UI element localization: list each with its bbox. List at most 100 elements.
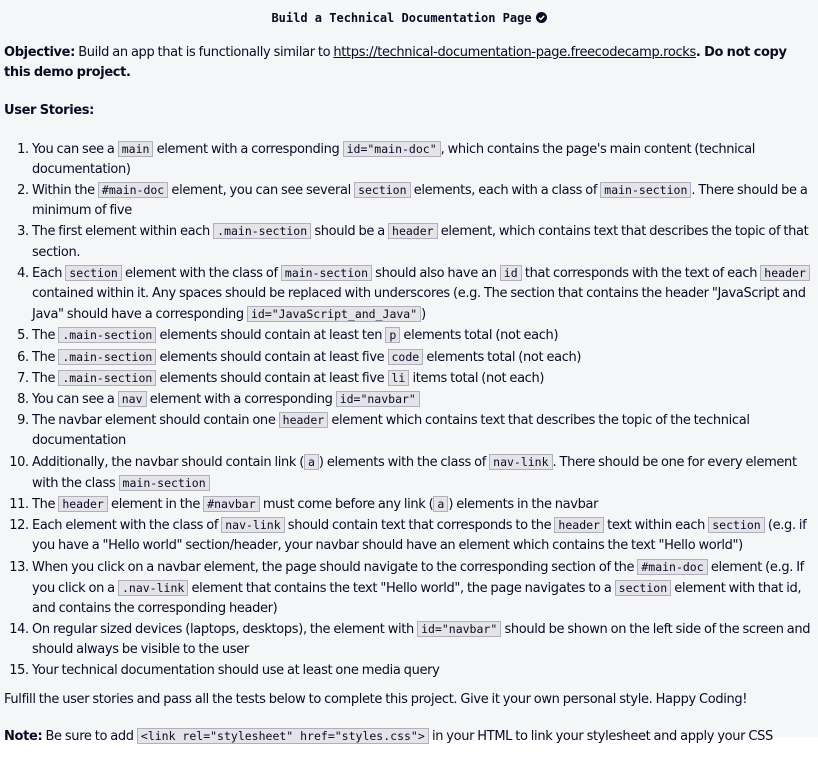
user-story-item: Each element with the class of nav-link … bbox=[32, 515, 814, 556]
user-story-item: The navbar element should contain one he… bbox=[32, 410, 814, 451]
note-text: Be sure to add bbox=[45, 729, 134, 745]
story-text: You can see a bbox=[32, 141, 118, 157]
story-text: elements total (not each) bbox=[423, 349, 582, 365]
story-text: ) elements in the navbar bbox=[448, 497, 599, 513]
inline-code: #navbar bbox=[203, 496, 260, 513]
check-circle-icon bbox=[535, 12, 547, 23]
user-story-item: The .main-section elements should contai… bbox=[32, 347, 814, 368]
user-story-item: You can see a main element with a corres… bbox=[32, 139, 814, 180]
user-story-item: Your technical documentation should use … bbox=[32, 661, 814, 681]
objective-text: Build an app that is functionally simila… bbox=[78, 45, 331, 60]
user-story-item: On regular sized devices (laptops, deskt… bbox=[32, 619, 814, 660]
inline-code: section bbox=[708, 517, 765, 534]
story-text: elements should contain at least five bbox=[156, 370, 388, 386]
story-text: elements, each with a class of bbox=[410, 183, 601, 199]
story-text: On regular sized devices (laptops, deskt… bbox=[32, 622, 418, 638]
inline-code: li bbox=[387, 369, 410, 386]
objective-paragraph: Objective: Build an app that is function… bbox=[4, 43, 814, 83]
story-text: Within the bbox=[32, 183, 98, 199]
inline-code: main-section bbox=[600, 182, 692, 199]
story-text: The bbox=[32, 497, 59, 513]
story-text: should be a bbox=[311, 224, 389, 240]
story-text: element in the bbox=[107, 497, 204, 513]
story-text: The first element within each bbox=[32, 224, 214, 240]
inline-code: nav bbox=[117, 391, 147, 408]
inline-code: nav-link bbox=[221, 517, 285, 534]
inline-code: .main-section bbox=[58, 369, 157, 386]
story-text: element with the class of bbox=[121, 265, 281, 281]
user-story-item: When you click on a navbar element, the … bbox=[32, 557, 814, 620]
inline-code: id bbox=[499, 264, 522, 281]
story-text: The bbox=[32, 349, 59, 365]
inline-code: a bbox=[433, 496, 449, 513]
story-text: element that contains the text "Hello wo… bbox=[188, 580, 615, 596]
inline-code: code bbox=[387, 348, 424, 365]
inline-code: section bbox=[614, 579, 672, 596]
inline-code: .main-section bbox=[58, 327, 157, 344]
story-text: The bbox=[32, 328, 59, 344]
user-story-item: Within the #main-doc element, you can se… bbox=[32, 180, 814, 221]
user-story-item: Additionally, the navbar should contain … bbox=[32, 452, 814, 494]
demo-project-link[interactable]: https://technical-documentation-page.fre… bbox=[333, 45, 696, 60]
story-text: elements total (not each) bbox=[400, 328, 559, 344]
note-label: Note: bbox=[4, 729, 43, 745]
story-text: You can see a bbox=[32, 392, 118, 408]
inline-code: section bbox=[354, 182, 411, 199]
inline-code: header bbox=[554, 517, 604, 534]
inline-code: .nav-link bbox=[117, 579, 189, 596]
story-text: element with a corresponding bbox=[153, 141, 343, 157]
inline-code: main bbox=[117, 140, 154, 157]
inline-code: id="navbar" bbox=[335, 391, 420, 408]
inline-code: id="main-doc" bbox=[342, 140, 441, 157]
inline-code: a bbox=[303, 453, 319, 470]
inline-code: header bbox=[388, 223, 438, 240]
story-text: elements should contain at least ten bbox=[156, 328, 386, 344]
note-paragraph: Note: Be sure to add <link rel="styleshe… bbox=[4, 726, 814, 747]
instructions-panel: Build a Technical Documentation Page Obj… bbox=[0, 0, 818, 745]
user-story-item: The .main-section elements should contai… bbox=[32, 325, 814, 346]
user-stories-list: You can see a main element with a corres… bbox=[4, 139, 814, 681]
story-text: must come before any link ( bbox=[259, 497, 434, 513]
story-text: ) bbox=[421, 307, 426, 323]
story-text: The navbar element should contain one bbox=[32, 413, 279, 429]
inline-code: header bbox=[760, 264, 810, 281]
story-text: Each element with the class of bbox=[32, 518, 222, 534]
story-text: Additionally, the navbar should contain … bbox=[32, 454, 304, 470]
story-text: The bbox=[32, 370, 59, 386]
story-text: Your technical documentation should use … bbox=[32, 662, 440, 678]
inline-code: header bbox=[58, 496, 108, 513]
story-text: When you click on a navbar element, the … bbox=[32, 559, 638, 575]
story-text: should contain text that corresponds to … bbox=[284, 518, 555, 534]
story-text: Each bbox=[32, 265, 66, 281]
objective-label: Objective: bbox=[4, 45, 75, 60]
fulfill-paragraph: Fulfill the user stories and pass all th… bbox=[4, 691, 748, 707]
story-text: text within each bbox=[603, 518, 709, 534]
inline-code: main-section bbox=[280, 264, 372, 281]
page-title: Build a Technical Documentation Page bbox=[4, 10, 814, 26]
user-story-item: Each section element with the class of m… bbox=[32, 263, 814, 326]
inline-code: nav-link bbox=[489, 453, 553, 470]
inline-code: .main-section bbox=[58, 348, 157, 365]
inline-code: id="JavaScript_and_Java" bbox=[246, 306, 422, 323]
note-text-end: in your HTML to link your stylesheet and… bbox=[431, 729, 773, 745]
story-text: that corresponds with the text of each bbox=[521, 265, 761, 281]
inline-code: .main-section bbox=[213, 223, 312, 240]
inline-code: main-section bbox=[118, 474, 210, 491]
stylesheet-link-code: <link rel="stylesheet" href="styles.css"… bbox=[136, 728, 429, 745]
user-stories-heading: User Stories: bbox=[4, 101, 814, 121]
inline-code: header bbox=[278, 412, 329, 429]
user-story-item: The .main-section elements should contai… bbox=[32, 368, 814, 389]
page-title-text: Build a Technical Documentation Page bbox=[271, 11, 532, 25]
story-text: should also have an bbox=[372, 265, 500, 281]
inline-code: #main-doc bbox=[97, 182, 169, 199]
story-text: elements should contain at least five bbox=[156, 349, 388, 365]
inline-code: id="navbar" bbox=[417, 621, 502, 638]
user-story-item: You can see a nav element with a corresp… bbox=[32, 389, 814, 410]
story-text: items total (not each) bbox=[409, 370, 545, 386]
inline-code: #main-doc bbox=[637, 558, 708, 575]
story-text: element, you can see several bbox=[168, 183, 355, 199]
story-text: ) elements with the class of bbox=[318, 454, 490, 470]
user-story-item: The header element in the #navbar must c… bbox=[32, 494, 814, 515]
inline-code: p bbox=[385, 327, 401, 344]
story-text: element with a corresponding bbox=[146, 392, 336, 408]
